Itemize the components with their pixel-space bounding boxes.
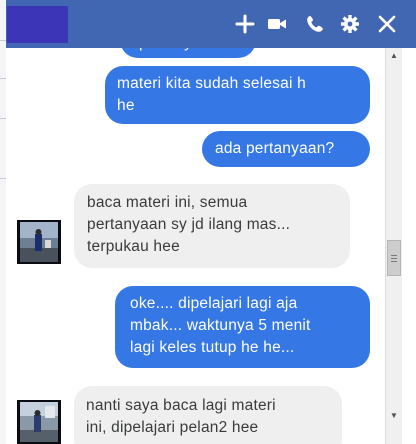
add-icon[interactable]	[234, 13, 256, 35]
message-bubble-outgoing: materi kita sudah selesai h he	[105, 66, 370, 124]
video-camera-icon[interactable]	[266, 13, 288, 35]
sender-avatar[interactable]	[17, 400, 61, 444]
message-scrollbar[interactable]: ▲ ▼	[385, 48, 402, 444]
scroll-down-arrow-icon[interactable]: ▼	[386, 408, 402, 424]
message-bubble-outgoing: ada pertanyaan?	[202, 131, 370, 167]
chat-window: pertanyaan? materi kita sudah selesai h …	[6, 0, 416, 444]
scrollbar-thumb[interactable]	[387, 240, 401, 276]
scroll-up-arrow-icon[interactable]: ▲	[386, 48, 402, 64]
close-icon[interactable]	[376, 13, 398, 35]
message-bubble-incoming: baca materi ini, semua pertanyaan sy jd …	[74, 184, 350, 268]
contact-avatar-redacted[interactable]	[7, 6, 68, 43]
message-bubble-outgoing: pertanyaan?	[120, 48, 256, 58]
message-list[interactable]: pertanyaan? materi kita sudah selesai h …	[6, 48, 384, 444]
gear-icon[interactable]	[339, 13, 361, 35]
phone-icon[interactable]	[304, 13, 326, 35]
chat-titlebar[interactable]	[6, 0, 416, 48]
message-bubble-incoming: nanti saya baca lagi materi ini, dipelaj…	[74, 386, 342, 444]
sender-avatar[interactable]	[17, 220, 61, 264]
message-bubble-outgoing: oke.... dipelajari lagi aja mbak... wakt…	[115, 286, 370, 368]
